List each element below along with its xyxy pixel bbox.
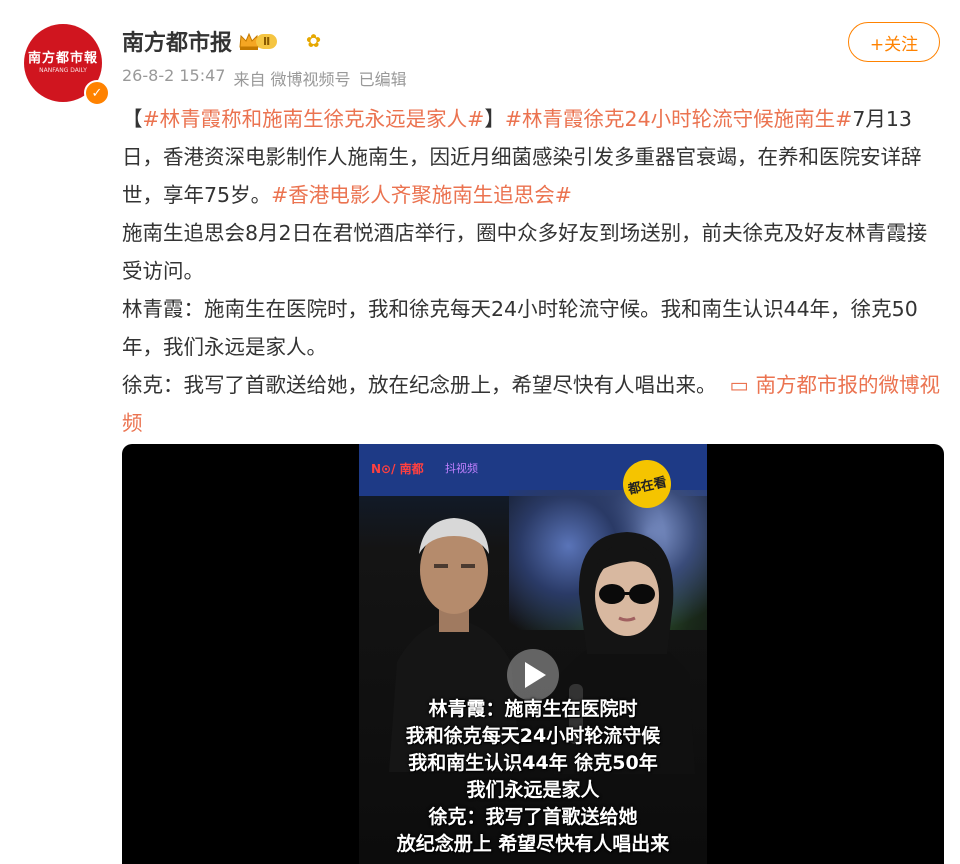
subtitle-line: 我和徐克每天24小时轮流守候 bbox=[405, 725, 661, 747]
play-icon bbox=[525, 662, 546, 688]
hashtag-link[interactable]: #林青霞徐克24小时轮流守候施南生# bbox=[505, 107, 852, 131]
video-subtitles: 林青霞：施南生在医院时 我和徐克每天24小时轮流守候 我和南生认识44年 徐克5… bbox=[359, 696, 707, 858]
rank-badge: Ⅱ bbox=[256, 33, 278, 49]
subtitle-line: 放纪念册上 希望尽快有人唱出来 bbox=[396, 833, 670, 855]
subtitle-line: 我们永远是家人 bbox=[466, 779, 600, 801]
crown-icon[interactable]: Ⅱ bbox=[238, 29, 288, 53]
subtitle-line: 我和南生认识44年 徐克50年 bbox=[408, 752, 658, 774]
hashtag-link[interactable]: #林青霞称和施南生徐克永远是家人# bbox=[143, 107, 485, 131]
follow-button[interactable]: +关注 bbox=[848, 22, 940, 62]
edited-label[interactable]: 已编辑 bbox=[359, 66, 407, 90]
hashtag-link[interactable]: #香港电影人齐聚施南生追思会# bbox=[271, 183, 572, 207]
video-brand-logo: N⊙/ 南都 bbox=[371, 462, 424, 476]
play-button[interactable] bbox=[507, 649, 559, 701]
timestamp[interactable]: 26-8-2 15:47 bbox=[122, 66, 225, 90]
video-link-icon: ▭ bbox=[729, 373, 749, 397]
subtitle-line: 林青霞：施南生在医院时 bbox=[428, 698, 638, 720]
paragraph-2: 施南生追思会8月2日在君悦酒店举行，圈中众多好友到场送别，前夫徐克及好友林青霞接… bbox=[122, 221, 928, 283]
post-content: 【#林青霞称和施南生徐克永远是家人#】#林青霞徐克24小时轮流守候施南生#7月1… bbox=[122, 100, 942, 442]
paragraph-3: 林青霞：施南生在医院时，我和徐克每天24小时轮流守候。我和南生认识44年，徐克5… bbox=[122, 297, 918, 359]
video-player[interactable]: N⊙/ 南都 抖视频 都在看 林青霞：施南生在医院时 我和徐克每天24小时轮流守… bbox=[122, 444, 944, 864]
source: 来自 微博视频号 bbox=[233, 70, 351, 89]
close-bracket: 】 bbox=[484, 107, 505, 131]
account-name[interactable]: 南方都市报 bbox=[122, 25, 232, 57]
avatar-logo-text: 南方都市報 bbox=[27, 51, 98, 66]
account-header: 南方都市报 Ⅱ ✿ bbox=[122, 24, 321, 58]
verified-icon: ✓ bbox=[84, 80, 110, 106]
open-bracket: 【 bbox=[122, 107, 143, 131]
paragraph-4: 徐克：我写了首歌送给她，放在纪念册上，希望尽快有人唱出来。 ▭ 南方都市报的微博… bbox=[122, 366, 942, 442]
subtitle-line: 徐克：我写了首歌送给她 bbox=[428, 806, 638, 828]
paragraph-text: 徐克：我写了首歌送给她，放在纪念册上，希望尽快有人唱出来。 bbox=[122, 373, 717, 397]
video-frame: N⊙/ 南都 抖视频 都在看 林青霞：施南生在医院时 我和徐克每天24小时轮流守… bbox=[359, 444, 707, 864]
video-brand-secondary: 抖视频 bbox=[445, 462, 478, 475]
post-meta: 26-8-2 15:47 来自 微博视频号 已编辑 bbox=[122, 66, 407, 90]
fan-badge-icon[interactable]: ✿ bbox=[306, 31, 321, 52]
avatar-logo-sub: NANFANG DAILY bbox=[39, 67, 87, 74]
paragraph-1: 【#林青霞称和施南生徐克永远是家人#】#林青霞徐克24小时轮流守候施南生#7月1… bbox=[122, 100, 942, 214]
